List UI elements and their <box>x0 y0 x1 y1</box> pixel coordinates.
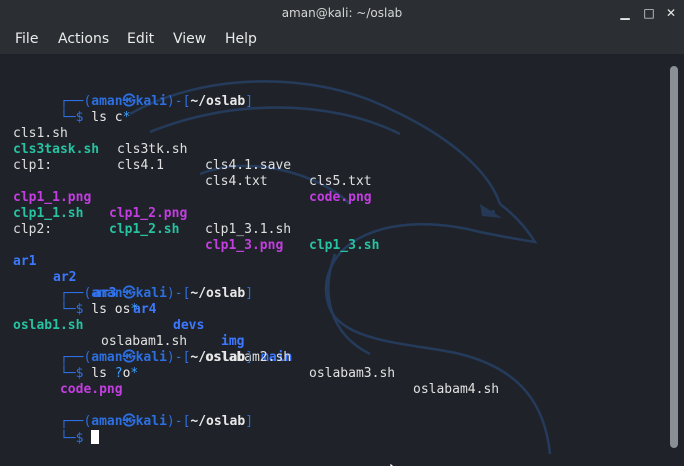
prompt-path: ~/oslab <box>190 350 246 365</box>
terminal-output-area[interactable]: ┌──(aman㉿kali)-[~/oslab] └─$ ls c* cls1.… <box>0 54 664 466</box>
file-entry: clp1_3.1.sh <box>205 222 292 237</box>
menu-actions[interactable]: Actions <box>58 31 109 47</box>
menu-view[interactable]: View <box>173 31 206 47</box>
file-entry: code.png <box>309 190 372 205</box>
command-glob: * <box>130 366 139 381</box>
window-title: aman@kali: ~/oslab <box>281 6 403 20</box>
directory-header: clp1: <box>13 158 53 173</box>
prompt-frame: ] <box>245 350 254 365</box>
vertical-scrollbar[interactable] <box>664 54 684 466</box>
prompt-host: kali <box>135 286 167 301</box>
close-button[interactable]: ✕ <box>662 4 680 22</box>
title-bar[interactable]: aman@kali: ~/oslab ▁ □ ✕ <box>0 0 684 26</box>
command-line-4[interactable]: └─$ <box>13 414 100 463</box>
command-glob: * <box>130 302 139 317</box>
file-entry: clp1_3.sh <box>309 238 380 253</box>
file-entry: oslabam4.sh <box>413 382 500 397</box>
prompt-host: kali <box>135 414 167 429</box>
file-entry: cls3tk.sh <box>117 142 188 157</box>
menu-edit[interactable]: Edit <box>127 31 154 47</box>
prompt-path: ~/oslab <box>190 414 246 429</box>
prompt-frame: )-[ <box>166 94 191 109</box>
command-text: ls c <box>91 110 123 125</box>
menu-bar: File Actions Edit View Help <box>0 26 684 54</box>
prompt-frame: )-[ <box>166 286 191 301</box>
prompt-marker: └─$ <box>59 110 92 125</box>
prompt-frame: ] <box>245 286 254 301</box>
file-entry: oslabam3.sh <box>309 366 396 381</box>
menu-file[interactable]: File <box>15 31 38 47</box>
scrollbar-thumb[interactable] <box>670 66 678 448</box>
prompt-host: kali <box>135 350 167 365</box>
file-entry: cls3task.sh <box>13 142 100 157</box>
file-entry: cls4.1 <box>117 158 164 173</box>
file-entry: clp1_1.sh <box>13 206 84 221</box>
terminal-window: aman@kali: ~/oslab ▁ □ ✕ File Actions Ed… <box>0 0 684 466</box>
prompt-marker: └─$ <box>59 302 92 317</box>
file-entry: clp1_3.png <box>205 238 284 253</box>
command-text: ls os <box>91 302 131 317</box>
directory-entry: devs <box>173 318 205 333</box>
file-entry: code.png <box>59 382 123 397</box>
prompt-frame: )-[ <box>166 350 191 365</box>
prompt-frame: ] <box>245 94 254 109</box>
directory-entry: ar1 <box>13 254 37 269</box>
prompt-path: ~/oslab <box>190 94 246 109</box>
file-entry: cls4.1.save <box>205 158 292 173</box>
minimize-button[interactable]: ▁ <box>616 4 634 22</box>
prompt-frame: ] <box>245 414 254 429</box>
prompt-at-symbol: ㉿ <box>122 414 136 429</box>
command-glob: * <box>122 110 131 125</box>
file-entry: cls5.txt <box>309 174 372 189</box>
menu-help[interactable]: Help <box>225 31 257 47</box>
file-entry: cls4.txt <box>205 174 268 189</box>
maximize-button[interactable]: □ <box>640 4 658 22</box>
directory-header: clp2: <box>13 222 53 237</box>
prompt-path: ~/oslab <box>190 286 246 301</box>
file-entry: clp1_2.png <box>109 206 188 221</box>
prompt-frame: )-[ <box>166 414 191 429</box>
file-entry: clp1_2.sh <box>109 222 180 237</box>
prompt-marker: └─$ <box>59 431 92 446</box>
text-cursor <box>91 430 100 444</box>
file-entry: oslab1.sh <box>13 318 84 333</box>
prompt-host: kali <box>135 94 167 109</box>
